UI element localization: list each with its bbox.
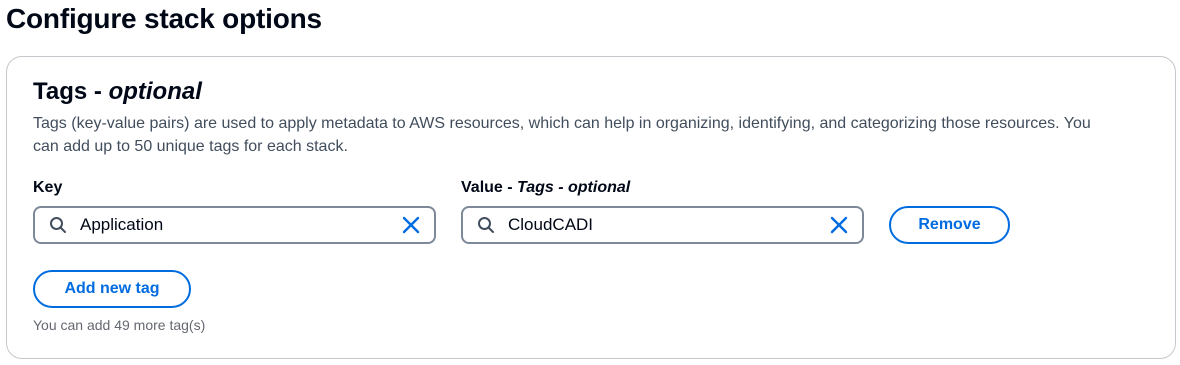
close-icon[interactable]	[830, 216, 848, 234]
close-icon[interactable]	[402, 216, 420, 234]
section-title-optional: optional	[108, 78, 202, 105]
key-input-value[interactable]: Application	[80, 215, 402, 235]
key-label: Key	[33, 179, 63, 196]
add-new-tag-button[interactable]: Add new tag	[33, 270, 191, 308]
value-input[interactable]: CloudCADI	[461, 206, 864, 244]
key-input[interactable]: Application	[33, 206, 436, 244]
section-title: Tags - optional	[33, 77, 202, 107]
remove-tag-button[interactable]: Remove	[889, 206, 1010, 244]
page-title: Configure stack options	[6, 3, 322, 34]
tags-container: Tags - optional Tags (key-value pairs) a…	[6, 56, 1176, 359]
search-icon	[478, 217, 494, 233]
value-label: Value - Tags - optional	[461, 177, 630, 199]
section-title-main: Tags -	[33, 78, 109, 105]
search-icon	[50, 217, 66, 233]
section-description: Tags (key-value pairs) are used to apply…	[33, 115, 1091, 155]
value-input-value[interactable]: CloudCADI	[508, 215, 830, 235]
value-label-optional: Tags - optional	[517, 179, 631, 196]
value-label-main: Value -	[461, 179, 518, 196]
tags-remaining-hint: You can add 49 more tag(s)	[33, 317, 206, 333]
